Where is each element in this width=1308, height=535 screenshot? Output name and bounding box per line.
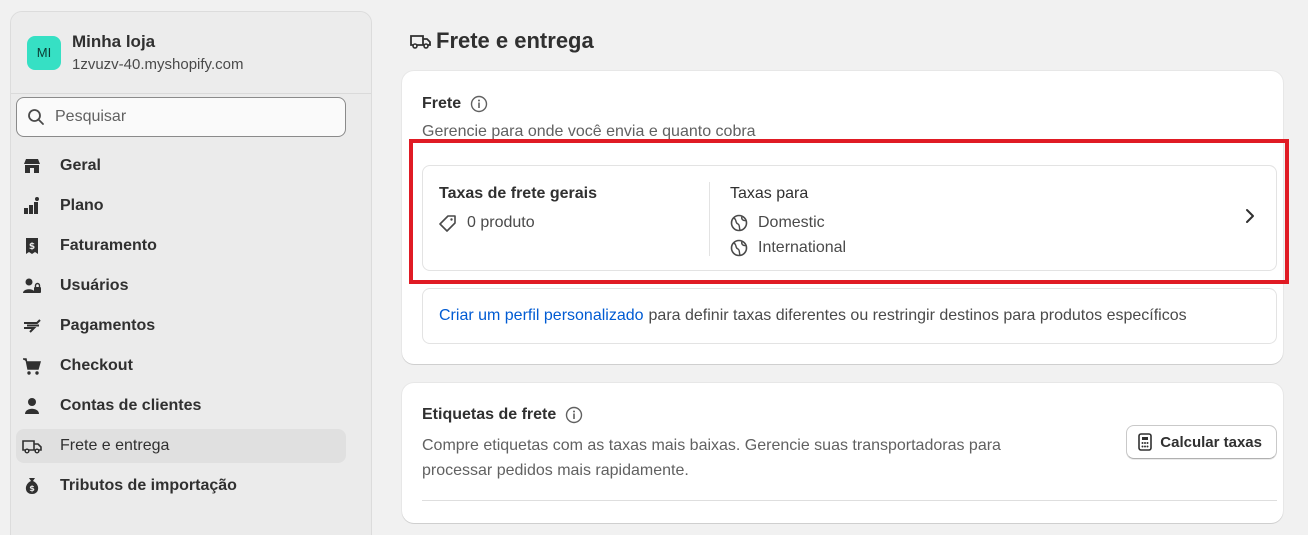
sidebar-item-pagamentos[interactable]: Pagamentos [16, 309, 346, 343]
products-count: 0 produto [439, 210, 597, 235]
shipping-card-title: Frete [422, 95, 488, 113]
sidebar-item-faturamento[interactable]: $ Faturamento [16, 229, 346, 263]
sidebar-item-label: Pagamentos [60, 317, 156, 334]
receipt-dollar-icon: $ [22, 236, 42, 256]
description-line: Compre etiquetas com as taxas mais baixa… [422, 437, 1001, 454]
vertical-divider [709, 182, 710, 256]
general-rates-title: Taxas de frete gerais [439, 185, 598, 202]
sidebar-nav: Geral Plano $ Faturamento Usuários Pagam… [16, 149, 346, 509]
zone-name: International [758, 238, 847, 256]
page-title: Frete e entrega [410, 28, 594, 54]
svg-text:$: $ [29, 242, 35, 252]
shipping-card-subtitle: Gerencie para onde você envia e quanto c… [422, 123, 756, 140]
zone-domestic: Domestic [730, 210, 846, 235]
card-title-text: Frete [422, 95, 462, 112]
store-header[interactable]: MI Minha loja 1zvuzv-40.myshopify.com [11, 12, 371, 94]
labels-card-description: Compre etiquetas com as taxas mais baixa… [422, 433, 1001, 483]
sidebar-item-label: Plano [60, 197, 104, 214]
store-icon [22, 156, 42, 176]
sidebar-item-frete-e-entrega[interactable]: Frete e entrega [16, 429, 346, 463]
sidebar-item-geral[interactable]: Geral [16, 149, 346, 183]
store-name: Minha loja [72, 32, 156, 51]
sidebar-item-label: Usuários [60, 277, 129, 294]
calculate-rates-button[interactable]: Calcular taxas [1126, 425, 1277, 459]
zone-name: Domestic [758, 213, 825, 231]
sidebar-item-checkout[interactable]: Checkout [16, 349, 346, 383]
sidebar-item-label: Frete e entrega [60, 437, 170, 454]
truck-icon [410, 31, 432, 51]
globe-icon [730, 214, 748, 232]
search-input[interactable]: Pesquisar [16, 97, 346, 137]
search-icon [27, 108, 45, 126]
sidebar-item-usuarios[interactable]: Usuários [16, 269, 346, 303]
description-line: processar pedidos mais rapidamente. [422, 462, 689, 479]
info-icon[interactable] [565, 406, 583, 424]
store-avatar: MI [27, 35, 61, 70]
sidebar-item-label: Checkout [60, 357, 133, 374]
sidebar-item-label: Geral [60, 157, 101, 174]
sidebar-item-label: Tributos de importação [60, 477, 237, 494]
tag-icon [439, 214, 457, 232]
labels-card-title: Etiquetas de frete [422, 406, 583, 424]
horizontal-divider [422, 500, 1277, 501]
custom-profile-banner: Criar um perfil personalizado para defin… [422, 288, 1277, 344]
sidebar-item-label: Contas de clientes [60, 397, 202, 414]
plan-icon [22, 196, 42, 216]
globe-icon [730, 239, 748, 257]
chevron-right-icon[interactable] [1244, 208, 1256, 224]
button-label: Calcular taxas [1160, 433, 1262, 451]
calculator-icon [1137, 433, 1153, 451]
shipping-labels-card: Etiquetas de frete Compre etiquetas com … [402, 383, 1283, 523]
payments-hand-icon [22, 316, 42, 336]
users-icon [22, 276, 42, 296]
info-icon[interactable] [470, 95, 488, 113]
zone-international: International [730, 235, 846, 260]
store-url: 1zvuzv-40.myshopify.com [72, 56, 244, 73]
products-count-text: 0 produto [467, 213, 535, 231]
general-rates-profile[interactable]: Taxas de frete gerais 0 produto Taxas pa… [422, 165, 1277, 271]
money-bag-icon: $ [22, 476, 42, 496]
create-custom-profile-link[interactable]: Criar um perfil personalizado [439, 307, 644, 325]
shipping-card: Frete Gerencie para onde você envia e qu… [402, 71, 1283, 364]
person-icon [22, 396, 42, 416]
page-title-text: Frete e entrega [436, 28, 594, 53]
sidebar-item-tributos-de-importacao[interactable]: $ Tributos de importação [16, 469, 346, 503]
search-placeholder: Pesquisar [55, 108, 127, 125]
sidebar-item-plano[interactable]: Plano [16, 189, 346, 223]
sidebar-item-contas-de-clientes[interactable]: Contas de clientes [16, 389, 346, 423]
cart-icon [22, 356, 42, 376]
truck-icon [22, 436, 42, 456]
sidebar-item-label: Faturamento [60, 237, 157, 254]
svg-text:$: $ [29, 484, 35, 493]
custom-profile-text: para definir taxas diferentes ou restrin… [648, 307, 1187, 324]
card-title-text: Etiquetas de frete [422, 406, 557, 423]
rates-for-label: Taxas para [730, 185, 809, 202]
